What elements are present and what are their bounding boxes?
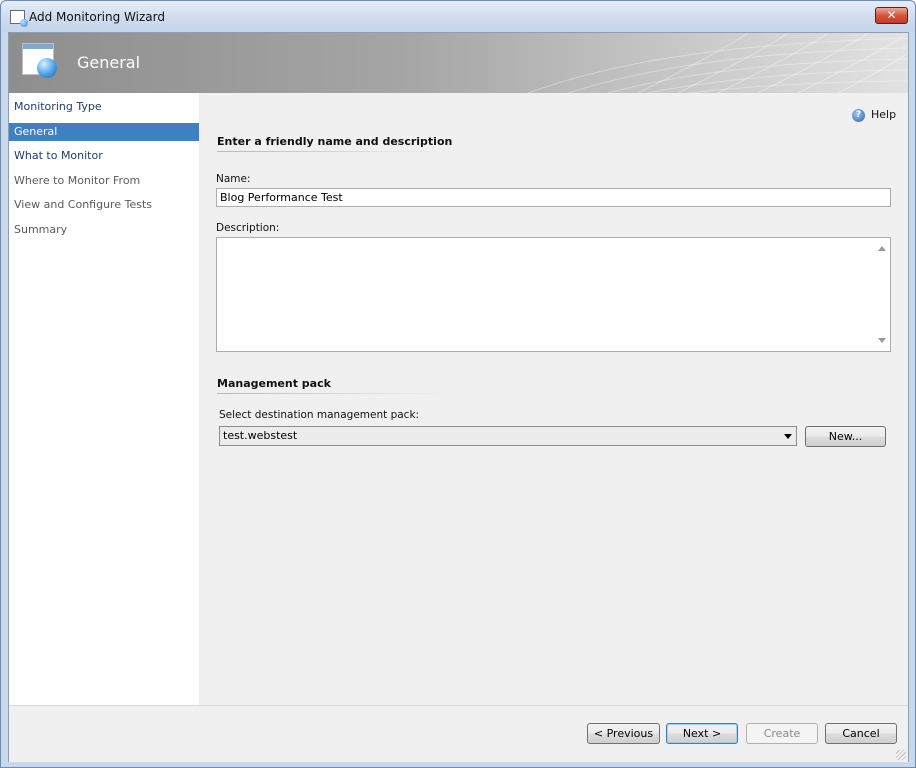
wizard-steps-nav: Monitoring Type General What to Monitor … bbox=[9, 93, 199, 705]
nav-step-summary: Summary bbox=[14, 223, 68, 236]
scroll-up-icon[interactable] bbox=[878, 246, 886, 251]
window-title: Add Monitoring Wizard bbox=[29, 10, 165, 24]
name-input[interactable] bbox=[216, 188, 891, 207]
management-pack-dropdown[interactable]: test.webstest bbox=[219, 426, 797, 446]
description-textarea[interactable] bbox=[216, 237, 891, 352]
chevron-down-icon[interactable] bbox=[784, 434, 792, 439]
page-title: General bbox=[77, 53, 141, 72]
name-label: Name: bbox=[216, 173, 251, 185]
header-banner: General bbox=[9, 33, 908, 93]
management-pack-label: Select destination management pack: bbox=[219, 409, 420, 421]
nav-step-monitoring-type[interactable]: Monitoring Type bbox=[9, 98, 199, 116]
resize-grip[interactable] bbox=[896, 750, 906, 760]
globe-icon bbox=[37, 58, 57, 78]
create-button: Create bbox=[746, 723, 818, 744]
section-divider bbox=[217, 393, 447, 394]
section-heading-name-description: Enter a friendly name and description bbox=[217, 135, 453, 148]
help-link[interactable]: Help bbox=[871, 108, 896, 121]
wizard-body: General Monitoring Type General What to … bbox=[8, 32, 909, 762]
app-icon bbox=[10, 10, 28, 27]
section-heading-management-pack: Management pack bbox=[217, 377, 331, 390]
description-scrollbar[interactable] bbox=[875, 238, 890, 351]
nav-step-where-to-monitor-from: Where to Monitor From bbox=[14, 174, 141, 187]
nav-step-general[interactable]: General bbox=[9, 123, 199, 141]
banner-grid-decoration bbox=[527, 33, 908, 93]
section-divider bbox=[217, 151, 447, 152]
cancel-button[interactable]: Cancel bbox=[825, 723, 897, 744]
scroll-down-icon[interactable] bbox=[878, 338, 886, 343]
title-bar[interactable]: Add Monitoring Wizard ✕ bbox=[1, 1, 915, 32]
close-button[interactable]: ✕ bbox=[875, 7, 908, 24]
next-button[interactable]: Next > bbox=[666, 723, 738, 744]
new-management-pack-button[interactable]: New... bbox=[805, 426, 886, 447]
description-label: Description: bbox=[216, 222, 280, 234]
wizard-footer: < Previous Next > Create Cancel bbox=[9, 706, 908, 762]
wizard-content: ? Help Enter a friendly name and descrip… bbox=[199, 93, 908, 705]
nav-step-view-configure-tests: View and Configure Tests bbox=[14, 198, 152, 211]
help-icon[interactable]: ? bbox=[852, 109, 865, 122]
wizard-window: Add Monitoring Wizard ✕ General Monitori… bbox=[0, 0, 916, 768]
management-pack-selected: test.webstest bbox=[223, 429, 298, 442]
nav-step-what-to-monitor[interactable]: What to Monitor bbox=[9, 147, 199, 165]
previous-button[interactable]: < Previous bbox=[587, 723, 660, 744]
